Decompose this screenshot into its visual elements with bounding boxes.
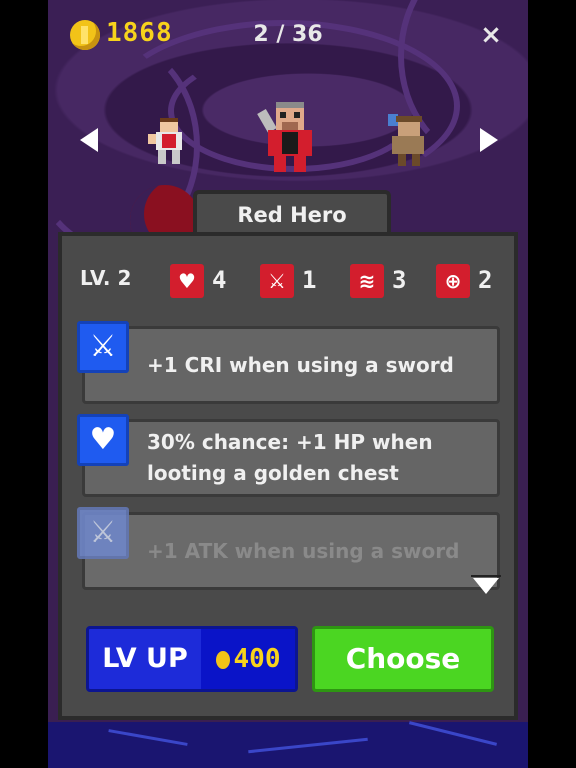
choose-button[interactable]: Choose bbox=[312, 626, 494, 692]
heart-icon: ♥ bbox=[170, 264, 204, 298]
crack-decoration bbox=[108, 729, 188, 746]
hero-page-counter: 2 / 36 bbox=[253, 22, 323, 47]
skill-item[interactable]: ⚔ +1 CRI when using a sword bbox=[77, 321, 500, 404]
hero-sprite-left[interactable] bbox=[148, 118, 190, 166]
coin-icon bbox=[215, 651, 230, 669]
bottom-background bbox=[48, 721, 528, 768]
sword-icon: ⚔ bbox=[260, 264, 294, 298]
next-hero-arrow-icon[interactable] bbox=[480, 128, 498, 152]
level-up-label: LV UP bbox=[102, 643, 188, 674]
skill-item[interactable]: ♥ 30% chance: +1 HP when looting a golde… bbox=[77, 414, 500, 497]
skill-item-locked[interactable]: ⚔ +1 ATK when using a sword bbox=[77, 507, 500, 590]
level-up-button[interactable]: LV UP 400 bbox=[86, 626, 298, 692]
hero-sprite-right[interactable] bbox=[386, 114, 432, 166]
coin-count: 1868 bbox=[106, 18, 173, 48]
hero-level: LV. 2 bbox=[80, 266, 132, 290]
stat-attack-value: 1 bbox=[302, 266, 317, 294]
hero-select-screen: 1868 2 / 36 × Red Hero LV. 2 ♥ 4 ⚔ 1 ≋ 3… bbox=[48, 0, 528, 768]
level-up-cost: 400 bbox=[201, 629, 295, 689]
stat-hp-value: 4 bbox=[212, 266, 227, 294]
skill-description: +1 CRI when using a sword bbox=[147, 352, 454, 377]
skill-description: +1 ATK when using a sword bbox=[147, 538, 460, 563]
coin-icon bbox=[70, 20, 100, 50]
crack-decoration bbox=[248, 737, 368, 754]
skill-description: 30% chance: +1 HP when looting a golden … bbox=[147, 430, 433, 485]
hero-details-panel: LV. 2 ♥ 4 ⚔ 1 ≋ 3 ⊕ 2 ⚔ +1 CRI when usin… bbox=[58, 232, 518, 720]
close-button[interactable]: × bbox=[476, 20, 506, 50]
crit-target-icon: ⊕ bbox=[436, 264, 470, 298]
speed-icon: ≋ bbox=[350, 264, 384, 298]
hero-name-tab: Red Hero bbox=[193, 190, 391, 236]
heart-icon: ♥ bbox=[77, 414, 129, 466]
sword-icon: ⚔ bbox=[77, 507, 129, 559]
level-up-cost-value: 400 bbox=[233, 644, 281, 674]
stat-speed-value: 3 bbox=[392, 266, 407, 294]
crack-decoration bbox=[408, 721, 498, 746]
hero-sprite-selected[interactable] bbox=[257, 100, 320, 174]
sword-icon: ⚔ bbox=[77, 321, 129, 373]
scroll-down-arrow-icon[interactable] bbox=[471, 575, 501, 594]
stat-crit-value: 2 bbox=[478, 266, 493, 294]
previous-hero-arrow-icon[interactable] bbox=[80, 128, 98, 152]
